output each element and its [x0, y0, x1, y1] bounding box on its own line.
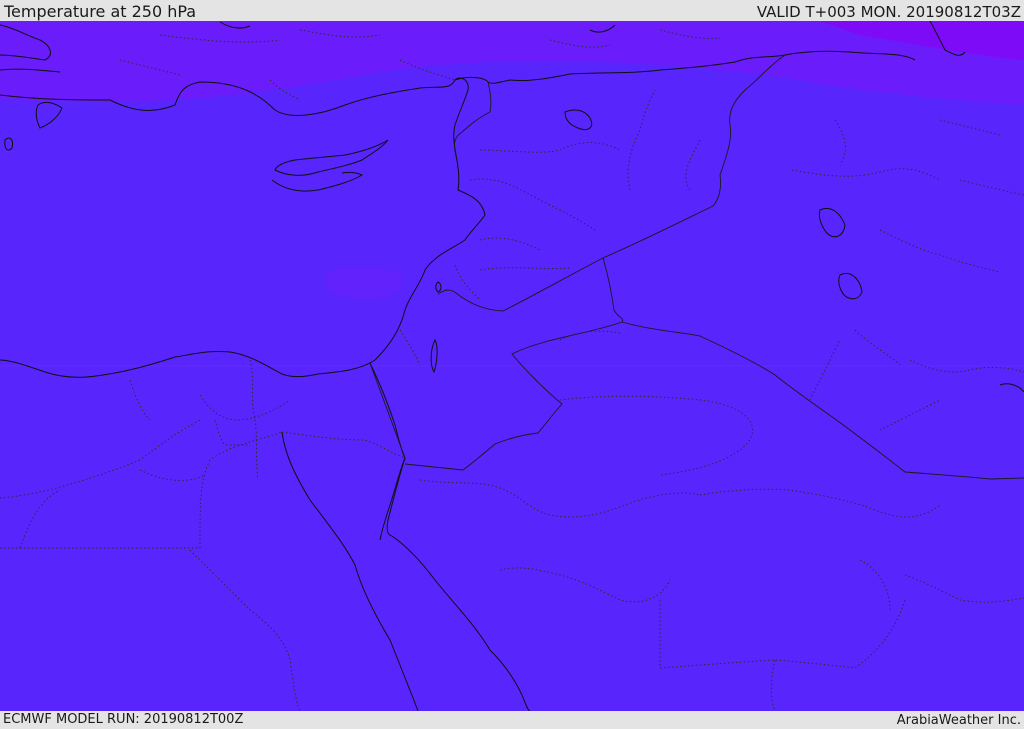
footer-bar: ECMWF MODEL RUN: 20190812T00Z ArabiaWeat… — [0, 711, 1024, 729]
map-title: Temperature at 250 hPa — [4, 2, 197, 21]
map-canvas — [0, 21, 1024, 711]
header-bar: Temperature at 250 hPa VALID T+003 MON. … — [0, 0, 1024, 21]
model-run-label: ECMWF MODEL RUN: 20190812T00Z — [3, 712, 244, 727]
cold-patch — [325, 267, 404, 299]
valid-time-label: VALID T+003 MON. 20190812T03Z — [756, 3, 1021, 21]
credit-label: ArabiaWeather Inc. — [896, 713, 1021, 728]
temperature-map — [0, 21, 1024, 711]
